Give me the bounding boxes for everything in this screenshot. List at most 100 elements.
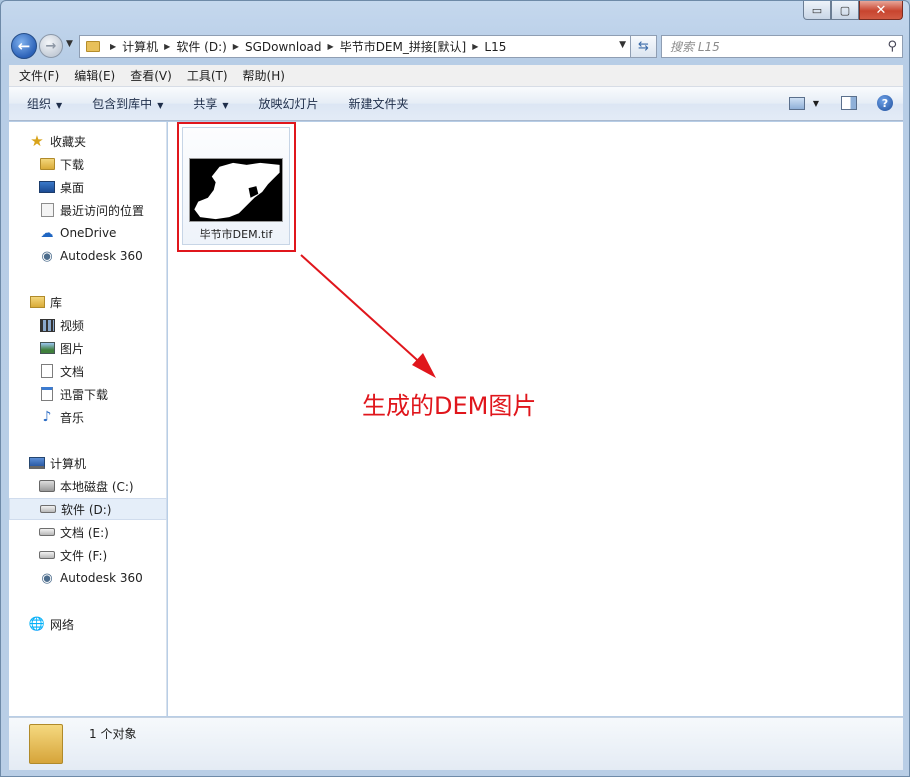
- sidebar-item-downloads[interactable]: 下载: [9, 153, 167, 175]
- search-icon[interactable]: ⚲: [887, 39, 897, 54]
- help-icon[interactable]: ?: [877, 95, 893, 111]
- network-globe-icon: 🌐: [28, 616, 46, 632]
- sidebar-item-videos[interactable]: 视频: [9, 314, 167, 336]
- computer-icon: [29, 456, 45, 470]
- breadcrumb-label: 毕节市DEM_拼接[默认]: [339, 40, 467, 54]
- sidebar-item-desktop[interactable]: 桌面: [9, 176, 167, 198]
- address-history-dropdown[interactable]: ▼: [619, 40, 626, 50]
- drive-icon: [40, 502, 56, 516]
- organize-button[interactable]: 组织 ▼: [9, 95, 74, 112]
- sidebar-item-drive-e[interactable]: 文档 (E:): [9, 521, 167, 543]
- new-folder-button[interactable]: 新建文件夹: [331, 95, 421, 112]
- recent-pages-dropdown[interactable]: ▼: [66, 39, 73, 49]
- menu-tools[interactable]: 工具(T): [177, 67, 233, 84]
- caption-buttons: ▭ ▢ ✕: [803, 1, 903, 20]
- sidebar-item-drive-f[interactable]: 文件 (F:): [9, 544, 167, 566]
- document-icon: [39, 364, 55, 378]
- back-button[interactable]: ←: [11, 33, 37, 59]
- sidebar-label: 本地磁盘 (C:): [60, 479, 134, 494]
- include-in-library-button[interactable]: 包含到库中 ▼: [74, 95, 175, 112]
- folder-icon: [86, 41, 100, 52]
- forward-button[interactable]: →: [39, 34, 63, 58]
- search-placeholder: 搜索 L15: [670, 40, 720, 54]
- sidebar-label: 计算机: [50, 456, 87, 471]
- download-folder-icon: [39, 157, 55, 171]
- menu-help[interactable]: 帮助(H): [233, 67, 290, 84]
- sidebar-label: 视频: [60, 318, 85, 333]
- close-button[interactable]: ✕: [859, 1, 903, 20]
- breadcrumb-label: SGDownload: [244, 39, 322, 54]
- sidebar-label: 文档 (E:): [60, 525, 109, 540]
- sidebar-label: 收藏夹: [50, 134, 87, 149]
- menu-edit[interactable]: 编辑(E): [64, 67, 120, 84]
- command-label: 组织: [27, 97, 52, 111]
- star-icon: ★: [30, 132, 44, 150]
- breadcrumb-l15[interactable]: L15: [484, 40, 506, 54]
- chevron-down-icon: ▼: [222, 101, 229, 110]
- sidebar-label: 最近访问的位置: [60, 203, 145, 218]
- file-list-pane[interactable]: 毕节市DEM.tif 生成的DEM图片: [168, 122, 903, 716]
- sidebar-label: 软件 (D:): [61, 502, 112, 517]
- sidebar-label: OneDrive: [60, 226, 117, 240]
- recent-places-icon: [39, 203, 55, 217]
- maximize-icon: ▢: [839, 3, 851, 17]
- minimize-button[interactable]: ▭: [803, 1, 831, 20]
- breadcrumb-drive-d[interactable]: 软件 (D:): [176, 38, 226, 55]
- chevron-down-icon: ▼: [619, 40, 626, 50]
- breadcrumb-separator-icon[interactable]: ▶: [164, 42, 170, 51]
- menu-bar: 文件(F) 编辑(E) 查看(V) 工具(T) 帮助(H): [9, 65, 903, 87]
- sidebar-label: Autodesk 360: [60, 249, 143, 263]
- command-label: 包含到库中: [92, 97, 153, 111]
- preview-pane-icon[interactable]: [841, 96, 857, 110]
- chevron-down-icon[interactable]: ▼: [813, 99, 819, 108]
- slideshow-button[interactable]: 放映幻灯片: [241, 95, 331, 112]
- folder-icon: [29, 724, 63, 764]
- command-label: 共享: [193, 97, 218, 111]
- sidebar-item-recent-places[interactable]: 最近访问的位置: [9, 199, 167, 221]
- back-arrow-icon: ←: [17, 37, 31, 55]
- sidebar-item-autodesk-360-drive[interactable]: ◉ Autodesk 360: [9, 567, 167, 589]
- sidebar-item-drive-d[interactable]: 软件 (D:): [9, 498, 167, 520]
- breadcrumb-separator-icon[interactable]: ▶: [110, 42, 116, 51]
- status-bar: 1 个对象: [9, 717, 903, 770]
- sidebar-network[interactable]: 🌐 网络: [9, 613, 167, 635]
- sidebar-label: 下载: [60, 157, 85, 172]
- drive-icon: [39, 525, 55, 539]
- breadcrumb-separator-icon[interactable]: ▶: [233, 42, 239, 51]
- sidebar-favorites[interactable]: ★ 收藏夹: [9, 130, 167, 152]
- chevron-down-icon: ▼: [157, 101, 164, 110]
- sidebar-label: 音乐: [60, 410, 85, 425]
- view-mode-icon[interactable]: [788, 96, 805, 110]
- menu-view[interactable]: 查看(V): [120, 67, 177, 84]
- sidebar-label: 库: [50, 295, 63, 310]
- sidebar-item-autodesk-360[interactable]: ◉ Autodesk 360: [9, 245, 167, 267]
- sidebar-item-music[interactable]: ♪ 音乐: [9, 406, 167, 428]
- chevron-down-icon: ▼: [66, 39, 73, 49]
- search-input[interactable]: 搜索 L15 ⚲: [661, 35, 903, 58]
- sidebar-item-documents[interactable]: 文档: [9, 360, 167, 382]
- cloud-icon: ☁: [40, 225, 54, 241]
- maximize-button[interactable]: ▢: [831, 1, 859, 20]
- sidebar-item-xunlei-downloads[interactable]: 迅雷下载: [9, 383, 167, 405]
- breadcrumb-label: 计算机: [122, 40, 159, 54]
- sidebar-computer[interactable]: 计算机: [9, 452, 167, 474]
- sidebar-item-drive-c[interactable]: 本地磁盘 (C:): [9, 475, 167, 497]
- sidebar-label: 网络: [50, 617, 75, 632]
- system-drive-icon: [39, 479, 55, 493]
- sidebar-item-onedrive[interactable]: ☁ OneDrive: [9, 222, 167, 244]
- video-icon: [39, 318, 55, 332]
- breadcrumb-separator-icon[interactable]: ▶: [472, 42, 478, 51]
- refresh-button[interactable]: ⇆: [631, 35, 657, 58]
- share-button[interactable]: 共享 ▼: [175, 95, 240, 112]
- menu-file[interactable]: 文件(F): [9, 67, 64, 84]
- sidebar-label: 迅雷下载: [60, 387, 109, 402]
- breadcrumb-sgdownload[interactable]: SGDownload: [245, 40, 322, 54]
- sidebar-item-pictures[interactable]: 图片: [9, 337, 167, 359]
- desktop-icon: [39, 180, 55, 194]
- view-controls: ▼ ?: [788, 95, 893, 111]
- breadcrumb-separator-icon[interactable]: ▶: [328, 42, 334, 51]
- breadcrumb-computer[interactable]: 计算机: [122, 38, 158, 55]
- breadcrumb-dem-folder[interactable]: 毕节市DEM_拼接[默认]: [340, 38, 467, 55]
- address-bar[interactable]: ▶ 计算机 ▶ 软件 (D:) ▶ SGDownload ▶ 毕节市DEM_拼接…: [79, 35, 631, 58]
- sidebar-libraries[interactable]: 库: [9, 291, 167, 313]
